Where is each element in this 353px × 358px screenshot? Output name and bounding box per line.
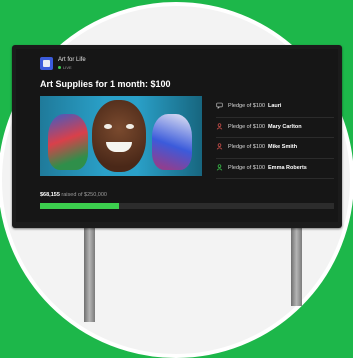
person-icon (216, 143, 223, 150)
eye-right (126, 124, 134, 129)
pledge-amount: Pledge of $100 (228, 123, 266, 130)
pledge-list: Pledge of $100 Lauri Pledge of $100 Mary C… (216, 97, 334, 179)
campaign-photo (40, 96, 202, 176)
pledge-donor: Lauri (268, 103, 282, 109)
tv-display: Art for Life LIVE Art Supplies for 1 mon… (12, 45, 342, 228)
progress-bar-fill (40, 203, 120, 209)
pledge-donor: Emma Roberts (268, 164, 307, 171)
pledge-amount: Pledge of $100 (228, 103, 266, 109)
campaign-title: Art Supplies for 1 month: $100 (40, 79, 171, 89)
brand-name: Art for Life (58, 57, 86, 63)
raised-amount: $68,155 (40, 192, 60, 198)
pledge-item: Pledge of $100 Lauri (216, 97, 334, 118)
painted-hand-left (48, 114, 88, 170)
progress-summary: $68,155 raised of $250,000 (40, 192, 107, 198)
eye-left (104, 124, 112, 129)
person-icon (216, 163, 223, 171)
live-badge: LIVE (58, 65, 72, 70)
painted-hand-right (152, 114, 192, 170)
pledge-donor: Mike Smith (268, 144, 298, 150)
child-face (92, 100, 146, 172)
live-dot-icon (58, 66, 61, 70)
progress-bar (40, 203, 334, 209)
pledge-amount: Pledge of $100 (228, 164, 266, 171)
pledge-item: Pledge of $100 Mary Carlton (216, 118, 334, 138)
pledge-donor: Mary Carlton (268, 123, 302, 130)
pledge-item: Pledge of $100 Emma Roberts (216, 159, 334, 179)
chat-icon (216, 102, 223, 109)
pledge-amount: Pledge of $100 (228, 144, 266, 150)
tv-stand-left-leg (84, 222, 95, 322)
pledge-item: Pledge of $100 Mike Smith (216, 138, 334, 159)
fundraiser-logo-icon (40, 57, 53, 70)
tv-stand-right-leg (291, 222, 302, 306)
live-label: LIVE (63, 65, 72, 70)
tv-screen: Art for Life LIVE Art Supplies for 1 mon… (16, 49, 338, 222)
goal-text: raised of $250,000 (61, 192, 107, 198)
person-icon (216, 122, 223, 130)
